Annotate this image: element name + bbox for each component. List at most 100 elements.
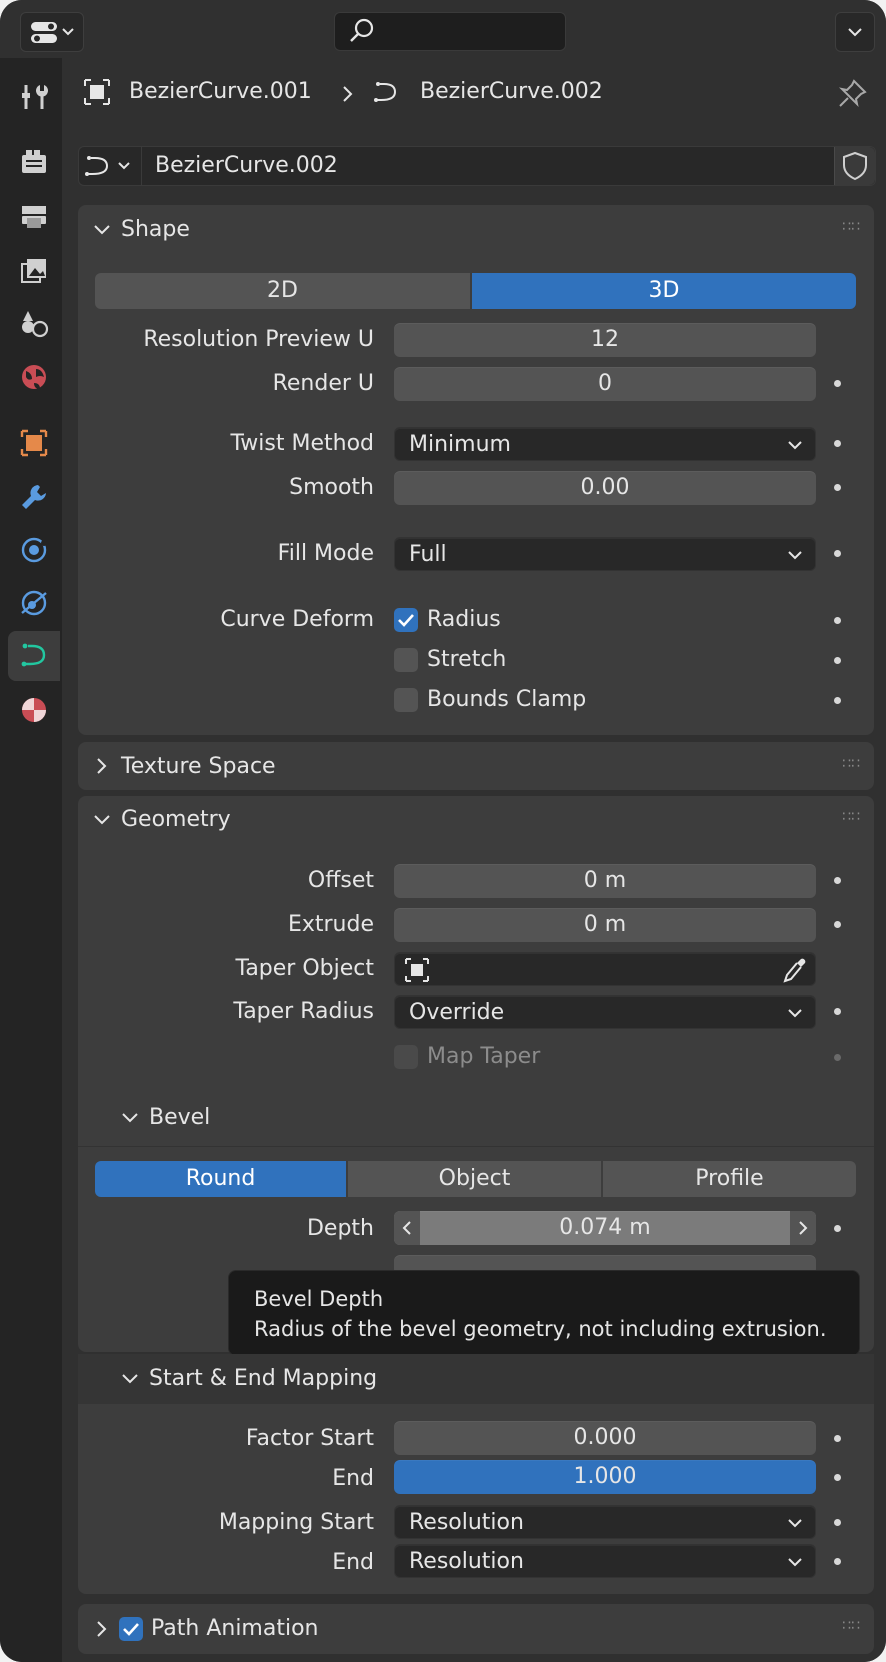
drag-handle-icon[interactable]: ∷∷ — [842, 756, 860, 772]
tab-physics[interactable] — [8, 578, 60, 628]
chevron-down-icon[interactable] — [118, 1106, 142, 1130]
tab-output[interactable] — [8, 191, 60, 241]
keyframe-dot[interactable] — [834, 921, 841, 928]
offset-field[interactable]: 0 m — [394, 864, 816, 898]
datablock-selector[interactable]: BezierCurve.002 — [78, 146, 876, 186]
mapping-start-dropdown[interactable]: Resolution — [394, 1505, 816, 1539]
drag-handle-icon[interactable]: ∷∷ — [842, 809, 860, 825]
render-icon — [22, 150, 46, 173]
tab-curve-data[interactable] — [8, 631, 60, 681]
keyframe-dot[interactable] — [834, 1225, 841, 1232]
mapping-end-dropdown[interactable]: Resolution — [394, 1544, 816, 1578]
factor-start-label: Factor Start — [245, 1426, 374, 1451]
bevel-round-button[interactable]: Round — [95, 1161, 346, 1197]
pin-icon[interactable] — [836, 76, 870, 110]
taper-object-label: Taper Object — [235, 956, 374, 981]
keyframe-dot[interactable] — [834, 657, 841, 664]
panel-title[interactable]: Shape — [121, 217, 190, 242]
chevron-down-icon — [788, 1558, 802, 1567]
mapping-subpanel-header[interactable]: Start & End Mapping — [78, 1354, 874, 1404]
decrement-button[interactable] — [394, 1211, 420, 1245]
radius-label[interactable]: Radius — [427, 607, 501, 632]
keyframe-dot[interactable] — [834, 1558, 841, 1565]
depth-label: Depth — [306, 1216, 374, 1241]
keyframe-dot[interactable] — [834, 617, 841, 624]
chevron-down-icon — [788, 551, 802, 560]
chevron-down-icon[interactable] — [90, 218, 114, 242]
fill-mode-dropdown[interactable]: Full — [394, 537, 816, 571]
divider — [141, 147, 142, 185]
taper-object-field[interactable] — [394, 952, 816, 986]
keyframe-dot[interactable] — [834, 1008, 841, 1015]
radius-checkbox[interactable] — [394, 608, 418, 632]
render-u-field[interactable]: 0 — [394, 367, 816, 401]
panel-title: Texture Space — [121, 754, 276, 779]
bevel-profile-button[interactable]: Profile — [603, 1161, 856, 1197]
properties-editor: BezierCurve.001 BezierCurve.002 BezierCu… — [0, 0, 886, 1662]
tab-scene[interactable] — [8, 298, 60, 348]
keyframe-dot[interactable] — [834, 1474, 841, 1481]
tab-object[interactable] — [8, 418, 60, 468]
tab-modifiers[interactable] — [8, 472, 60, 522]
eyedropper-icon[interactable] — [779, 953, 809, 987]
stretch-checkbox[interactable] — [394, 648, 418, 672]
tab-tool[interactable] — [8, 72, 60, 122]
object-icon — [20, 429, 48, 457]
properties-tabs — [0, 58, 62, 1662]
search-input[interactable] — [334, 12, 566, 51]
keyframe-dot[interactable] — [834, 877, 841, 884]
keyframe-dot[interactable] — [834, 440, 841, 447]
factor-end-field[interactable]: 1.000 — [394, 1460, 816, 1494]
taper-radius-dropdown[interactable]: Override — [394, 995, 816, 1029]
factor-start-field[interactable]: 0.000 — [394, 1421, 816, 1455]
tab-view-layer[interactable] — [8, 245, 60, 295]
chevron-down-icon — [122, 1374, 138, 1384]
options-menu-button[interactable] — [835, 12, 875, 52]
smooth-field[interactable]: 0.00 — [394, 471, 816, 505]
stretch-label[interactable]: Stretch — [427, 647, 506, 672]
map-taper-checkbox[interactable] — [394, 1045, 418, 1069]
resolution-preview-field[interactable]: 12 — [394, 323, 816, 357]
tab-material[interactable] — [8, 685, 60, 735]
tab-particles[interactable] — [8, 525, 60, 575]
tooltip-description: Radius of the bevel geometry, not includ… — [254, 1317, 827, 1341]
path-animation-checkbox[interactable] — [119, 1617, 143, 1641]
tooltip-title: Bevel Depth — [254, 1287, 384, 1311]
bounds-clamp-label[interactable]: Bounds Clamp — [427, 687, 586, 712]
shield-icon — [843, 151, 867, 181]
twist-method-dropdown[interactable]: Minimum — [394, 427, 816, 461]
curve-data-icon — [85, 156, 130, 176]
tab-render[interactable] — [8, 136, 60, 186]
breadcrumb-data: BezierCurve.002 — [420, 79, 603, 104]
chevron-down-icon[interactable] — [90, 808, 114, 832]
fake-user-button[interactable] — [834, 147, 875, 185]
keyframe-dot[interactable] — [834, 380, 841, 387]
editor-type-button[interactable] — [20, 12, 84, 52]
tab-world[interactable] — [8, 352, 60, 402]
panel-title[interactable]: Geometry — [121, 807, 231, 832]
keyframe-dot[interactable] — [834, 1435, 841, 1442]
bounds-clamp-checkbox[interactable] — [394, 688, 418, 712]
bevel-object-button[interactable]: Object — [348, 1161, 601, 1197]
keyframe-dot[interactable] — [834, 1054, 841, 1061]
taper-radius-label: Taper Radius — [233, 999, 374, 1024]
increment-button[interactable] — [790, 1211, 816, 1245]
keyframe-dot[interactable] — [834, 484, 841, 491]
extrude-field[interactable]: 0 m — [394, 908, 816, 942]
keyframe-dot[interactable] — [834, 550, 841, 557]
map-taper-label[interactable]: Map Taper — [427, 1044, 540, 1069]
drag-handle-icon[interactable]: ∷∷ — [842, 219, 860, 235]
dimension-2d-button[interactable]: 2D — [95, 273, 470, 309]
drag-handle-icon[interactable]: ∷∷ — [842, 1618, 860, 1634]
path-animation-panel[interactable]: Path Animation ∷∷ — [78, 1604, 874, 1654]
material-icon — [22, 698, 46, 722]
scene-icon — [22, 311, 49, 338]
mapping-start-label: Mapping Start — [218, 1510, 374, 1535]
keyframe-dot[interactable] — [834, 697, 841, 704]
datablock-name[interactable]: BezierCurve.002 — [155, 153, 338, 178]
depth-field[interactable]: 0.074 m — [394, 1211, 816, 1245]
dimension-3d-button[interactable]: 3D — [472, 273, 856, 309]
subpanel-title[interactable]: Bevel — [149, 1105, 210, 1130]
texture-space-panel[interactable]: Texture Space ∷∷ — [78, 742, 874, 790]
keyframe-dot[interactable] — [834, 1519, 841, 1526]
